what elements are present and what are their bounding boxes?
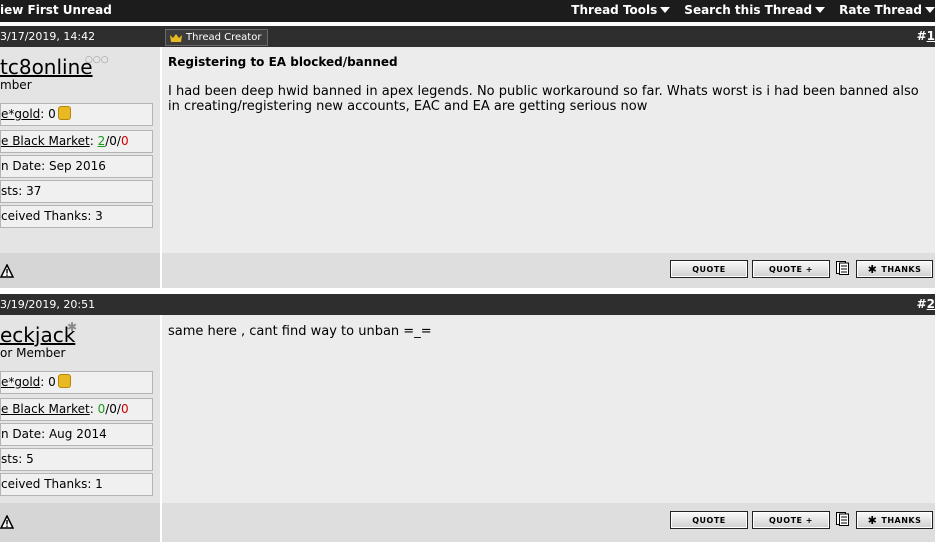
quote-button[interactable]: QUOTE xyxy=(670,260,748,278)
egold-value: : 0 xyxy=(40,375,56,389)
view-first-unread-link[interactable]: iew First Unread xyxy=(0,3,112,17)
black-market-sep: : xyxy=(89,134,98,148)
thanks-label: THANKS xyxy=(881,515,922,525)
post-body: I had been deep hwid banned in apex lege… xyxy=(168,84,919,114)
thread-tools-menu[interactable]: Thread Tools xyxy=(571,3,671,17)
posts-stat: sts: 5 xyxy=(0,448,153,471)
post-number-prefix: # xyxy=(916,297,927,311)
star-icon: ✱ xyxy=(867,262,878,276)
search-thread-label: Search this Thread xyxy=(684,3,813,17)
post-date: 3/19/2019, 20:51 xyxy=(0,298,96,311)
thread-creator-badge: Thread Creator xyxy=(165,29,269,46)
caret-down-icon xyxy=(660,7,671,13)
post-content: same here , cant find way to unban =_= xyxy=(162,315,935,503)
thread-creator-label: Thread Creator xyxy=(186,32,262,43)
gold-coin-icon xyxy=(57,374,71,388)
egold-link[interactable]: e*gold xyxy=(1,375,40,389)
black-market-sep: : xyxy=(89,402,98,416)
post-number-link[interactable]: 2 xyxy=(927,297,935,311)
egold-link[interactable]: e*gold xyxy=(1,107,40,121)
post-number: #2 xyxy=(917,297,935,311)
gold-coin-icon xyxy=(57,106,71,120)
thanks-stat: ceived Thanks: 1 xyxy=(0,473,153,496)
post-number-prefix: # xyxy=(916,29,927,43)
quick-reply-icon[interactable] xyxy=(836,261,849,275)
report-warning-icon[interactable] xyxy=(0,515,14,529)
thanks-stat: ceived Thanks: 3 xyxy=(0,205,153,228)
caret-down-icon xyxy=(815,7,826,13)
post-1: 3/17/2019, 14:42 Thread Creator #1 tc8on… xyxy=(0,26,935,288)
quick-reply-icon[interactable] xyxy=(836,512,849,526)
report-warning-icon[interactable] xyxy=(0,264,14,278)
caret-down-icon xyxy=(925,7,935,13)
user-sidebar: eckjack ✱ or Member e*gold: 0 e Black Ma… xyxy=(0,315,160,503)
post-content: Registering to EA blocked/banned I had b… xyxy=(162,47,935,253)
star-icon: ✱ xyxy=(867,513,878,527)
post-2: 3/19/2019, 20:51 #2 eckjack ✱ or Member … xyxy=(0,294,935,542)
thread-toolbar: iew First Unread Thread Tools Search thi… xyxy=(0,0,935,22)
posts-stat: sts: 37 xyxy=(0,180,153,203)
egold-value: : 0 xyxy=(40,107,56,121)
thanks-label: THANKS xyxy=(881,264,922,274)
black-market-stat: e Black Market: 2/0/0 xyxy=(0,130,153,153)
market-neutral: /0/ xyxy=(105,134,121,148)
multi-quote-button[interactable]: QUOTE + xyxy=(752,511,830,529)
post-title: Registering to EA blocked/banned xyxy=(168,55,398,69)
thread-menus: Thread Tools Search this Thread Rate Thr… xyxy=(571,3,935,17)
rate-thread-label: Rate Thread xyxy=(839,3,922,17)
search-thread-menu[interactable]: Search this Thread xyxy=(684,3,826,17)
market-negative: 0 xyxy=(120,134,129,148)
thanks-button[interactable]: ✱ THANKS xyxy=(856,511,933,529)
user-title: or Member xyxy=(0,346,66,360)
post-header: 3/17/2019, 14:42 Thread Creator #1 xyxy=(0,26,935,47)
star-icon: ✱ xyxy=(67,320,78,334)
quote-button[interactable]: QUOTE xyxy=(670,511,748,529)
user-sidebar: tc8online ○○○ mber e*gold: 0 e Black Mar… xyxy=(0,47,160,253)
post-footer: QUOTE QUOTE + ✱ THANKS xyxy=(162,253,935,288)
post-date: 3/17/2019, 14:42 xyxy=(0,30,96,43)
username-link[interactable]: eckjack xyxy=(0,323,75,347)
join-date-stat: n Date: Sep 2016 xyxy=(0,155,153,178)
rate-thread-menu[interactable]: Rate Thread xyxy=(839,3,935,17)
black-market-link[interactable]: e Black Market xyxy=(1,134,90,148)
market-negative: 0 xyxy=(120,402,129,416)
multi-quote-button[interactable]: QUOTE + xyxy=(752,260,830,278)
post-number: #1 xyxy=(917,29,935,43)
post-number-link[interactable]: 1 xyxy=(927,29,935,43)
egold-stat: e*gold: 0 xyxy=(0,103,153,126)
post-footer-side xyxy=(0,503,160,542)
black-market-stat: e Black Market: 0/0/0 xyxy=(0,398,153,421)
reputation-stars-icon: ○○○ xyxy=(85,55,109,65)
crown-icon xyxy=(170,33,182,42)
username-link[interactable]: tc8online xyxy=(0,55,93,79)
post-header: 3/19/2019, 20:51 #2 xyxy=(0,294,935,315)
egold-stat: e*gold: 0 xyxy=(0,371,153,394)
post-footer-side xyxy=(0,253,160,288)
user-title: mber xyxy=(0,78,32,92)
black-market-link[interactable]: e Black Market xyxy=(1,402,90,416)
join-date-stat: n Date: Aug 2014 xyxy=(0,423,153,446)
thanks-button[interactable]: ✱ THANKS xyxy=(856,260,933,278)
market-neutral: /0/ xyxy=(105,402,121,416)
post-footer: QUOTE QUOTE + ✱ THANKS xyxy=(162,503,935,542)
post-body: same here , cant find way to unban =_= xyxy=(168,324,432,339)
thread-tools-label: Thread Tools xyxy=(571,3,658,17)
